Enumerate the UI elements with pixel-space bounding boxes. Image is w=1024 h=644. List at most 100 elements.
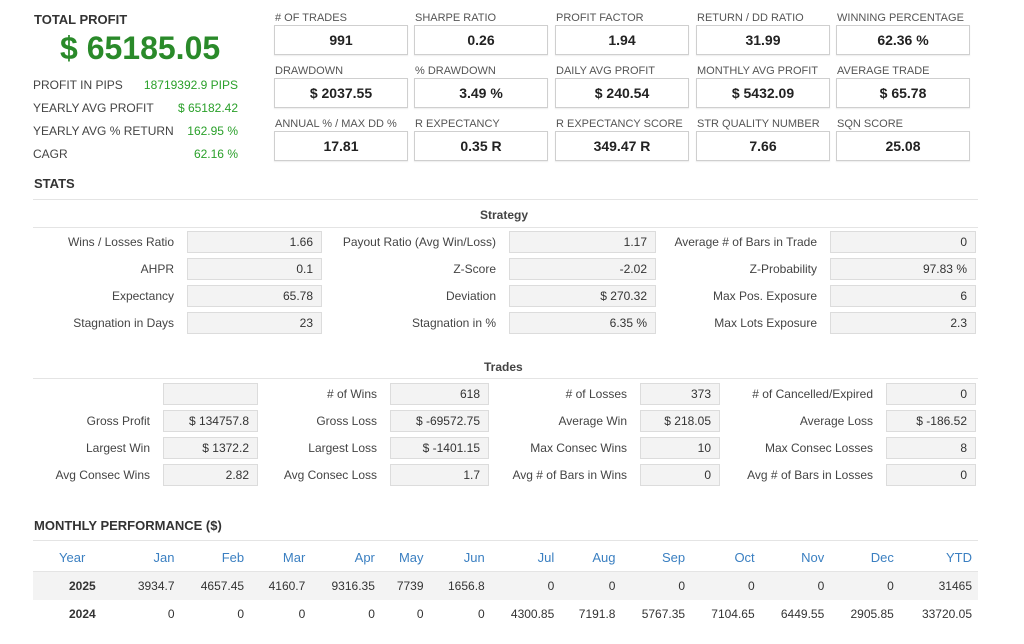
kpi-value: $ 5432.09 [696,78,830,108]
summary-value: 18719392.9 PIPS [143,78,238,92]
stat-label: Stagnation in Days [73,316,174,330]
table-cell: 0 [560,571,622,600]
table-cell: 7104.65 [711,607,755,621]
summary-value: $ 65182.42 [177,101,238,115]
stat-label: Max Consec Wins [530,441,627,455]
kpi-value: $ 65.78 [836,78,970,108]
kpi-label: WINNING PERCENTAGE [837,12,964,24]
table-cell: 0 [478,607,485,621]
kpi-label: ANNUAL % / MAX DD % [275,118,397,130]
stat-label: # of Cancelled/Expired [752,387,873,401]
stat-label: # of Wins [326,387,377,401]
kpi-value: 3.49 % [414,78,548,108]
stat-value: 23 [187,312,322,334]
col-apr: Apr [311,543,381,572]
total-profit-label: TOTAL PROFIT [34,12,128,27]
kpi-label: DAILY AVG PROFIT [556,65,656,77]
table-cell: 4657.45 [180,571,251,600]
table-cell: 4300.85 [510,607,555,621]
summary-row-cagr: CAGR 62.16 % [33,147,238,161]
table-cell: 0 [237,607,245,621]
stat-label: Average Loss [799,414,873,428]
kpi-value: 991 [274,25,408,55]
stat-value: $ -69572.75 [390,410,489,432]
kpi-value: 0.35 R [414,131,548,161]
col-may: May [380,543,430,572]
kpi-value: 0.26 [414,25,548,55]
table-cell: 7191.8 [578,607,616,621]
col-aug: Aug [560,543,622,572]
stat-label: Avg Consec Loss [283,468,377,482]
table-cell: 31465 [899,571,978,600]
stat-value: 6.35 % [509,312,656,334]
monthly-performance-table: Year Jan Feb Mar Apr May Jun Jul Aug Sep… [33,543,978,628]
strategy-divider [33,227,978,228]
stat-label: Largest Loss [308,441,377,455]
stat-value [163,383,258,405]
kpi-value: 1.94 [555,25,689,55]
col-mar: Mar [250,543,312,572]
kpi-value: 25.08 [836,131,970,161]
total-profit-value: $ 65185.05 [60,30,221,66]
stat-value: $ -186.52 [886,410,976,432]
stat-value: $ 218.05 [640,410,720,432]
summary-row-yearly-avg-profit: YEARLY AVG PROFIT $ 65182.42 [33,101,238,115]
table-row: 2025 3934.7 4657.45 4160.7 9316.35 7739 … [33,571,978,600]
table-cell: 0 [298,607,306,621]
stat-value: 2.82 [163,464,258,486]
stat-label: Wins / Losses Ratio [67,235,174,249]
stat-value: 0.1 [187,258,322,280]
kpi-value: $ 2037.55 [274,78,408,108]
kpi-value: 349.47 R [555,131,689,161]
stat-value: 0 [886,383,976,405]
stat-value: $ 134757.8 [163,410,258,432]
monthly-header-row: Year Jan Feb Mar Apr May Jun Jul Aug Sep… [33,543,978,572]
kpi-label: PROFIT FACTOR [556,12,644,24]
stat-label: Average Win [558,414,627,428]
stat-value: 97.83 % [830,258,976,280]
summary-row-yearly-avg-return: YEARLY AVG % RETURN 162.95 % [33,124,238,138]
summary-label: CAGR [33,147,68,161]
table-cell: 0 [416,607,424,621]
stat-label: Z-Score [453,262,496,276]
kpi-value: 7.66 [696,131,830,161]
stat-value: -2.02 [509,258,656,280]
table-cell: 7739 [380,571,430,600]
table-row: 2024 0 0 0 0 0 0 4300.85 7191.8 5767.35 … [33,600,978,628]
col-jan: Jan [119,543,181,572]
summary-value: 62.16 % [193,147,238,161]
kpi-value: 17.81 [274,131,408,161]
stat-label: Largest Win [85,441,150,455]
table-cell: 5767.35 [641,607,686,621]
col-sep: Sep [621,543,692,572]
kpi-label: % DRAWDOWN [415,65,496,77]
kpi-label: STR QUALITY NUMBER [697,118,820,130]
kpi-label: AVERAGE TRADE [837,65,930,77]
col-jul: Jul [490,543,561,572]
table-cell: 0 [621,571,692,600]
stat-label: Max Lots Exposure [714,316,817,330]
strategy-title: Strategy [480,208,529,222]
col-ytd: YTD [899,543,978,572]
stat-label: AHPR [140,262,174,276]
stat-label: Max Consec Losses [764,441,873,455]
stat-value: 1.66 [187,231,322,253]
col-dec: Dec [830,543,900,572]
table-cell: 33720.05 [921,607,972,621]
table-cell: 0 [167,607,175,621]
table-cell: 3934.7 [119,571,181,600]
col-year: Year [33,543,120,572]
stats-divider [33,199,978,200]
stat-value: 0 [830,231,976,253]
stat-label: Payout Ratio (Avg Win/Loss) [342,235,496,249]
trades-divider [33,378,978,379]
kpi-label: DRAWDOWN [275,65,344,77]
stat-value: $ 270.32 [509,285,656,307]
table-cell: 0 [830,571,900,600]
kpi-value: 62.36 % [836,25,970,55]
table-cell: 0 [760,571,831,600]
stat-label: Avg Consec Wins [55,468,150,482]
table-cell: 9316.35 [311,571,381,600]
stat-label: Deviation [445,289,496,303]
kpi-label: R EXPECTANCY [415,118,500,130]
